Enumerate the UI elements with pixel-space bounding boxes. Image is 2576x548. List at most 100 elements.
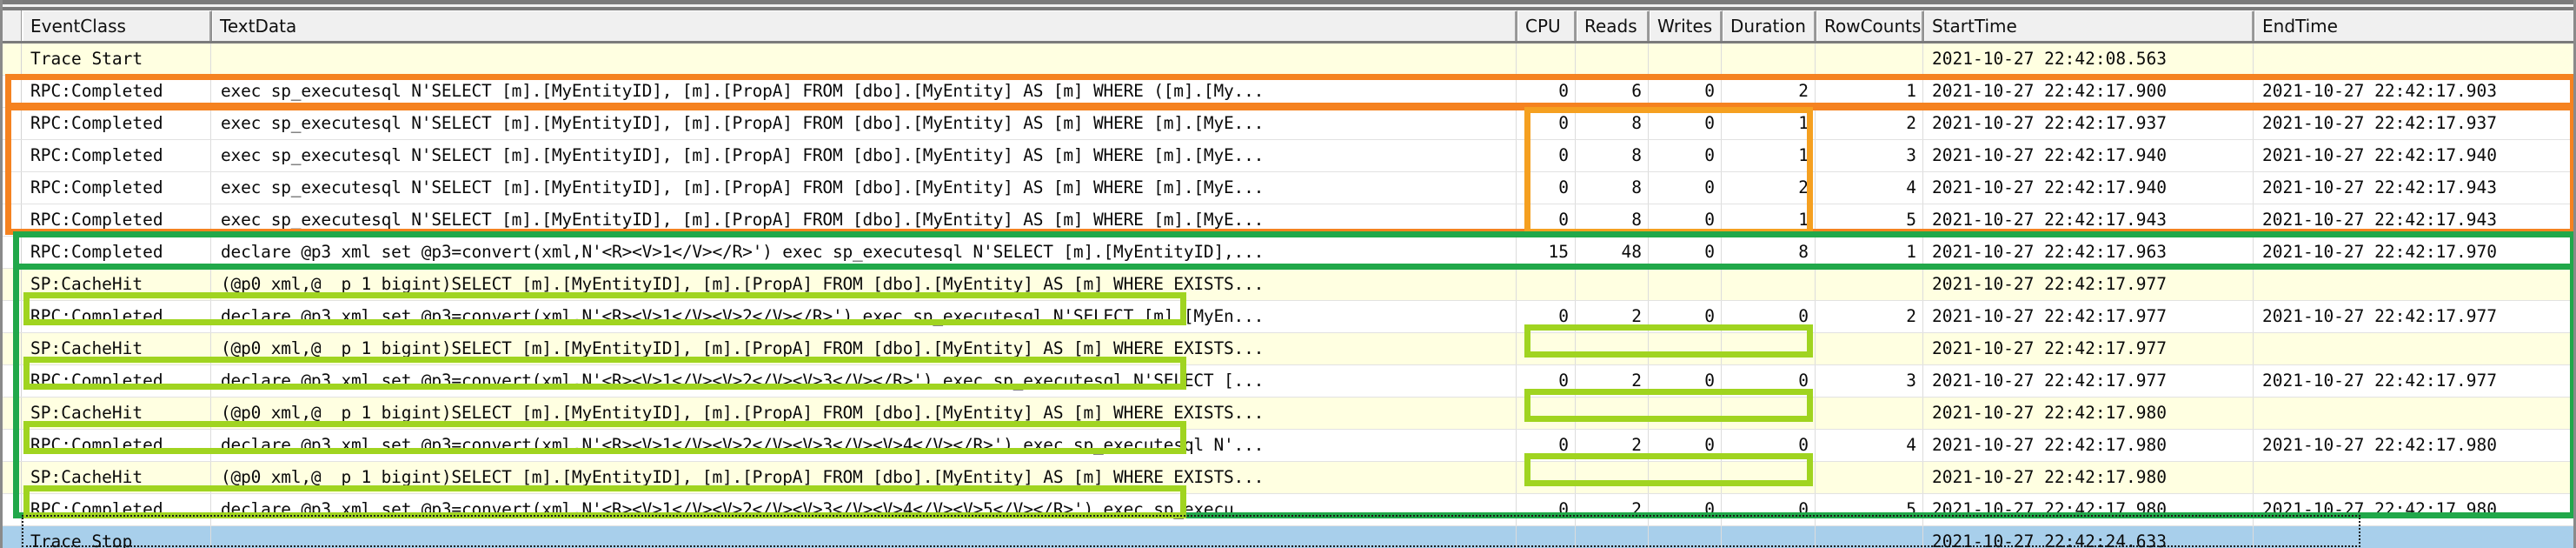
cell-duration: 8 [1722, 237, 1816, 268]
cell-endtime: 2021-10-27 22:42:17.903 [2254, 76, 2573, 107]
cell-cpu [1517, 269, 1576, 300]
column-header-writes[interactable]: Writes [1650, 10, 1723, 41]
cell-endtime [2254, 269, 2573, 300]
cell-textdata: exec sp_executesql N'SELECT [m].[MyEntit… [211, 172, 1517, 204]
cell-writes: 0 [1649, 430, 1722, 461]
cell-endtime: 2021-10-27 22:42:17.980 [2254, 430, 2573, 461]
cell-eventclass: RPC:Completed [22, 237, 211, 268]
table-row[interactable]: RPC:Completed exec sp_executesql N'SELECT… [3, 204, 2573, 237]
cell-rowcounts: 4 [1816, 172, 1923, 204]
cell-reads [1576, 462, 1649, 493]
row-gutter[interactable] [3, 172, 22, 204]
cell-writes: 0 [1649, 76, 1722, 107]
row-gutter[interactable] [3, 398, 22, 429]
row-gutter[interactable] [3, 108, 22, 139]
cell-cpu [1517, 43, 1576, 75]
column-header-rowcounts[interactable]: RowCounts [1816, 10, 1924, 41]
cell-eventclass: RPC:Completed [22, 494, 211, 525]
cell-textdata: (@p0 xml,@__p_1 bigint)SELECT [m].[MyEnt… [211, 269, 1517, 300]
cell-writes: 0 [1649, 172, 1722, 204]
row-gutter[interactable] [3, 269, 22, 300]
row-gutter[interactable] [3, 430, 22, 461]
cell-cpu [1517, 333, 1576, 364]
table-row[interactable]: RPC:Completed exec sp_executesql N'SELECT… [3, 140, 2573, 172]
window-chrome [3, 0, 2573, 10]
column-header-cpu[interactable]: CPU [1517, 10, 1577, 41]
cell-reads: 8 [1576, 172, 1649, 204]
row-gutter[interactable] [3, 301, 22, 332]
table-row[interactable]: Trace Start 2021-10-27 22:42:08.563 [3, 43, 2573, 76]
row-gutter[interactable] [3, 365, 22, 397]
cell-duration [1722, 333, 1816, 364]
table-row[interactable]: RPC:Completed declare @p3 xml set @p3=con… [3, 430, 2573, 462]
cell-endtime: 2021-10-27 22:42:17.937 [2254, 108, 2573, 139]
cell-cpu [1517, 462, 1576, 493]
profiler-trace-window: EventClass TextData CPU Reads Writes Duration… [0, 0, 2576, 548]
column-header-endtime[interactable]: EndTime [2254, 10, 2573, 41]
table-row[interactable]: RPC:Completed exec sp_executesql N'SELECT… [3, 172, 2573, 204]
row-gutter[interactable] [3, 526, 22, 548]
cell-duration: 0 [1722, 430, 1816, 461]
cell-cpu: 15 [1517, 237, 1576, 268]
row-gutter[interactable] [3, 333, 22, 364]
row-gutter[interactable] [3, 494, 22, 525]
cell-duration: 0 [1722, 301, 1816, 332]
row-gutter[interactable] [3, 76, 22, 107]
cell-duration [1722, 398, 1816, 429]
cell-starttime: 2021-10-27 22:42:17.937 [1923, 108, 2254, 139]
cell-duration [1722, 526, 1816, 548]
column-header-eventclass[interactable]: EventClass [23, 10, 212, 41]
cell-reads [1576, 333, 1649, 364]
cell-duration: 0 [1722, 365, 1816, 397]
cell-cpu: 0 [1517, 494, 1576, 525]
cell-duration: 2 [1722, 172, 1816, 204]
cell-cpu: 0 [1517, 76, 1576, 107]
table-row[interactable]: RPC:Completed declare @p3 xml set @p3=con… [3, 237, 2573, 269]
column-header-starttime[interactable]: StartTime [1924, 10, 2254, 41]
cell-eventclass: RPC:Completed [22, 108, 211, 139]
cell-eventclass: SP:CacheHit [22, 333, 211, 364]
cell-duration: 1 [1722, 108, 1816, 139]
column-header-duration[interactable]: Duration [1723, 10, 1816, 41]
grid-header: EventClass TextData CPU Reads Writes Duration… [3, 10, 2573, 43]
table-row[interactable]: SP:CacheHit (@p0 xml,@__p_1 bigint)SELECT… [3, 398, 2573, 430]
grid-corner-box[interactable] [3, 10, 23, 41]
cell-endtime: 2021-10-27 22:42:17.980 [2254, 494, 2573, 525]
table-row[interactable]: SP:CacheHit (@p0 xml,@__p_1 bigint)SELECT… [3, 462, 2573, 494]
table-row[interactable]: RPC:Completed declare @p3 xml set @p3=con… [3, 494, 2573, 526]
cell-textdata: (@p0 xml,@__p_1 bigint)SELECT [m].[MyEnt… [211, 333, 1517, 364]
cell-rowcounts [1816, 398, 1923, 429]
table-row[interactable]: RPC:Completed declare @p3 xml set @p3=con… [3, 365, 2573, 398]
row-gutter[interactable] [3, 204, 22, 236]
cell-reads: 2 [1576, 365, 1649, 397]
cell-eventclass: RPC:Completed [22, 301, 211, 332]
row-gutter[interactable] [3, 43, 22, 75]
row-gutter[interactable] [3, 237, 22, 268]
column-header-reads[interactable]: Reads [1577, 10, 1650, 41]
row-gutter[interactable] [3, 140, 22, 171]
table-row[interactable]: RPC:Completed exec sp_executesql N'SELECT… [3, 76, 2573, 108]
table-row[interactable]: SP:CacheHit (@p0 xml,@__p_1 bigint)SELECT… [3, 333, 2573, 365]
cell-rowcounts: 5 [1816, 204, 1923, 236]
cell-textdata: exec sp_executesql N'SELECT [m].[MyEntit… [211, 108, 1517, 139]
cell-eventclass: RPC:Completed [22, 172, 211, 204]
table-row[interactable]: SP:CacheHit (@p0 xml,@__p_1 bigint)SELECT… [3, 269, 2573, 301]
cell-textdata: exec sp_executesql N'SELECT [m].[MyEntit… [211, 76, 1517, 107]
table-row[interactable]: RPC:Completed exec sp_executesql N'SELECT… [3, 108, 2573, 140]
cell-rowcounts [1816, 462, 1923, 493]
cell-cpu: 0 [1517, 172, 1576, 204]
cell-textdata [211, 43, 1517, 75]
row-gutter[interactable] [3, 462, 22, 493]
cell-starttime: 2021-10-27 22:42:17.980 [1923, 430, 2254, 461]
column-header-textdata[interactable]: TextData [212, 10, 1517, 41]
cell-endtime: 2021-10-27 22:42:17.977 [2254, 365, 2573, 397]
cell-duration: 1 [1722, 204, 1816, 236]
table-row[interactable]: Trace Stop 2021-10-27 22:42:24.633 [3, 526, 2573, 548]
cell-endtime: 2021-10-27 22:42:17.977 [2254, 301, 2573, 332]
cell-rowcounts [1816, 269, 1923, 300]
table-row[interactable]: RPC:Completed declare @p3 xml set @p3=con… [3, 301, 2573, 333]
cell-starttime: 2021-10-27 22:42:17.900 [1923, 76, 2254, 107]
trace-grid-body[interactable]: Trace Start 2021-10-27 22:42:08.563 RPC:Co… [3, 43, 2573, 548]
cell-rowcounts: 1 [1816, 76, 1923, 107]
cell-eventclass: Trace Stop [22, 526, 211, 548]
